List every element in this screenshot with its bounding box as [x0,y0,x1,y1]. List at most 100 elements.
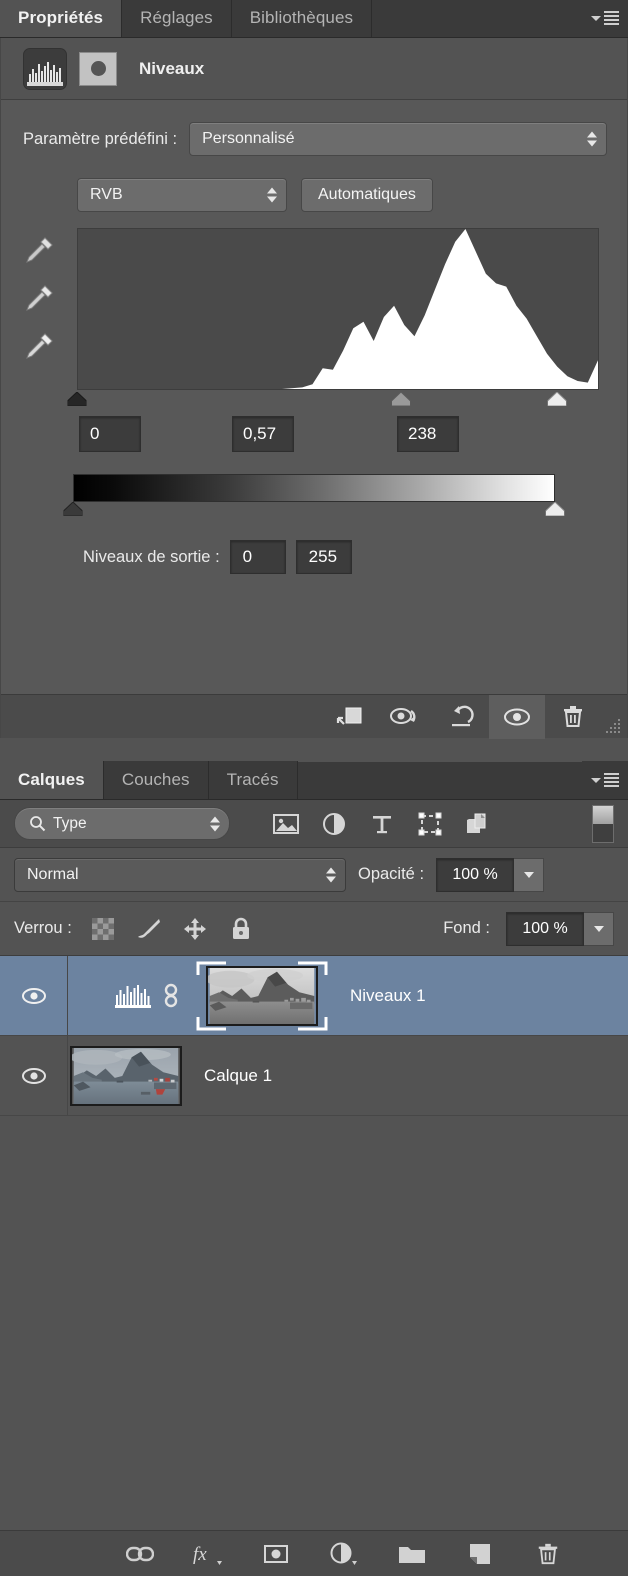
adjustment-layer-icon[interactable] [106,982,160,1010]
layers-tabbar: Calques Couches Tracés [0,761,628,800]
shape-layer-filter-icon[interactable] [416,810,444,838]
lock-transparency-icon[interactable] [88,914,118,944]
delete-adjustment-icon[interactable] [545,695,601,739]
reset-icon[interactable] [433,695,489,739]
auto-button-label: Automatiques [318,186,416,203]
pixel-layer-filter-icon[interactable] [272,810,300,838]
toggle-visibility-icon[interactable] [489,694,545,739]
fill-dropdown-button[interactable] [584,911,614,946]
layer-list-empty-area[interactable] [0,1116,628,1502]
lock-all-icon[interactable] [226,914,256,944]
tab-bibliotheques-label: Bibliothèques [249,8,354,27]
eye-glyph [504,708,530,725]
input-black-slider[interactable] [67,391,87,407]
tab-proprietes[interactable]: Propriétés [0,0,123,37]
input-gamma-field[interactable]: 0,57 [232,416,294,452]
layer-thumbnail[interactable] [70,1045,182,1106]
clip-to-layer-icon[interactable] [321,695,377,739]
add-layer-mask-icon[interactable] [261,1539,291,1569]
output-black-field[interactable]: 0 [229,540,286,574]
tab-traces-label: Tracés [226,770,279,789]
preset-label: Paramètre prédéfini : [23,129,178,148]
auto-button[interactable]: Automatiques [301,178,433,212]
blend-mode-select[interactable]: Normal [14,857,346,892]
new-layer-icon[interactable] [465,1539,495,1569]
slider-triangle-icon [67,391,87,407]
table-row[interactable]: Niveaux 1 [0,956,628,1036]
preset-select[interactable]: Personnalisé [189,122,607,156]
toggle-down-half [593,823,613,842]
delete-layer-icon[interactable] [533,1539,563,1569]
tab-reglages[interactable]: Réglages [122,0,232,37]
layer-filter-bar: Type [0,800,628,848]
fill-field[interactable]: 100 % [506,911,584,946]
output-gradient-bar [73,474,555,502]
lock-image-pixels-icon[interactable] [134,914,164,944]
white-point-eyedropper[interactable] [23,330,57,360]
adjustment-layer-filter-icon[interactable] [320,810,348,838]
mask-dot-icon [90,61,106,76]
opacity-dropdown-button[interactable] [514,857,545,892]
channel-select[interactable]: RVB [77,178,287,212]
type-layer-filter-icon[interactable] [368,810,396,838]
tab-calques-label: Calques [18,770,85,789]
new-page-glyph [470,1543,490,1564]
view-previous-state-icon[interactable] [377,695,433,739]
link-layers-icon[interactable] [125,1539,155,1569]
magnifier-icon [30,816,46,832]
input-black-field[interactable]: 0 [79,416,141,452]
opacity-label: Opacité : [358,865,425,883]
properties-content: Niveaux Paramètre prédéfini : Personnali… [0,38,628,739]
filter-enable-toggle[interactable] [592,804,614,843]
chain-link-glyph [164,983,178,1007]
lock-position-icon[interactable] [180,914,210,944]
mask-link-icon[interactable] [160,981,182,1011]
output-black-slider[interactable] [63,501,83,517]
eyedropper-glyph [26,237,53,263]
filter-kind-select[interactable]: Type [14,807,230,840]
tab-reglages-label: Réglages [140,8,213,27]
levels-adjustment-glyph [115,984,151,1008]
layer-style-fx-icon[interactable]: fx [193,1539,223,1569]
layer-visibility-toggle[interactable] [0,956,68,1035]
black-point-eyedropper[interactable] [23,234,57,264]
opacity-field[interactable]: 100 % [436,857,515,892]
mask-thumbnail-selected[interactable] [196,961,328,1031]
page-title: Niveaux [139,58,205,78]
input-white-field[interactable]: 238 [397,416,459,452]
output-white-slider[interactable] [545,501,565,517]
output-levels-row: Niveaux de sortie : 0 255 [1,522,627,574]
histogram-chart[interactable] [77,228,599,390]
eyedropper-tools [23,234,57,360]
input-black-value: 0 [90,424,100,443]
output-white-field[interactable]: 255 [295,540,352,574]
levels-histogram-icon [23,47,67,90]
resize-grip-icon[interactable] [601,695,627,739]
filter-kind-value: Type [53,814,87,832]
input-levels-sliders [67,390,599,410]
slider-triangle-icon [545,501,565,517]
smart-object-filter-icon[interactable] [464,810,492,838]
layer-mask-thumbnail[interactable] [79,51,117,86]
tab-couches[interactable]: Couches [103,761,209,799]
selection-brackets-icon [196,961,328,1030]
input-white-slider[interactable] [547,391,568,407]
histogram-area [1,228,627,390]
tab-traces[interactable]: Tracés [208,761,298,799]
gray-point-eyedropper[interactable] [23,282,57,312]
layers-panel-menu-button[interactable] [582,761,628,799]
input-white-value: 238 [408,424,437,443]
input-gamma-slider[interactable] [390,391,411,407]
tab-bibliotheques[interactable]: Bibliothèques [231,0,373,37]
new-group-icon[interactable] [397,1539,427,1569]
tab-calques[interactable]: Calques [0,761,104,799]
table-row[interactable]: Calque 1 [0,1036,628,1116]
folder-glyph [399,1546,425,1563]
new-adjustment-layer-icon[interactable] [329,1539,359,1569]
layer-visibility-toggle[interactable] [0,1036,68,1115]
input-gamma-value: 0,57 [243,424,277,443]
eye-icon [21,1067,46,1084]
properties-panel-menu-button[interactable] [582,0,628,37]
tab-couches-label: Couches [121,770,190,789]
filter-type-icons [272,810,492,838]
